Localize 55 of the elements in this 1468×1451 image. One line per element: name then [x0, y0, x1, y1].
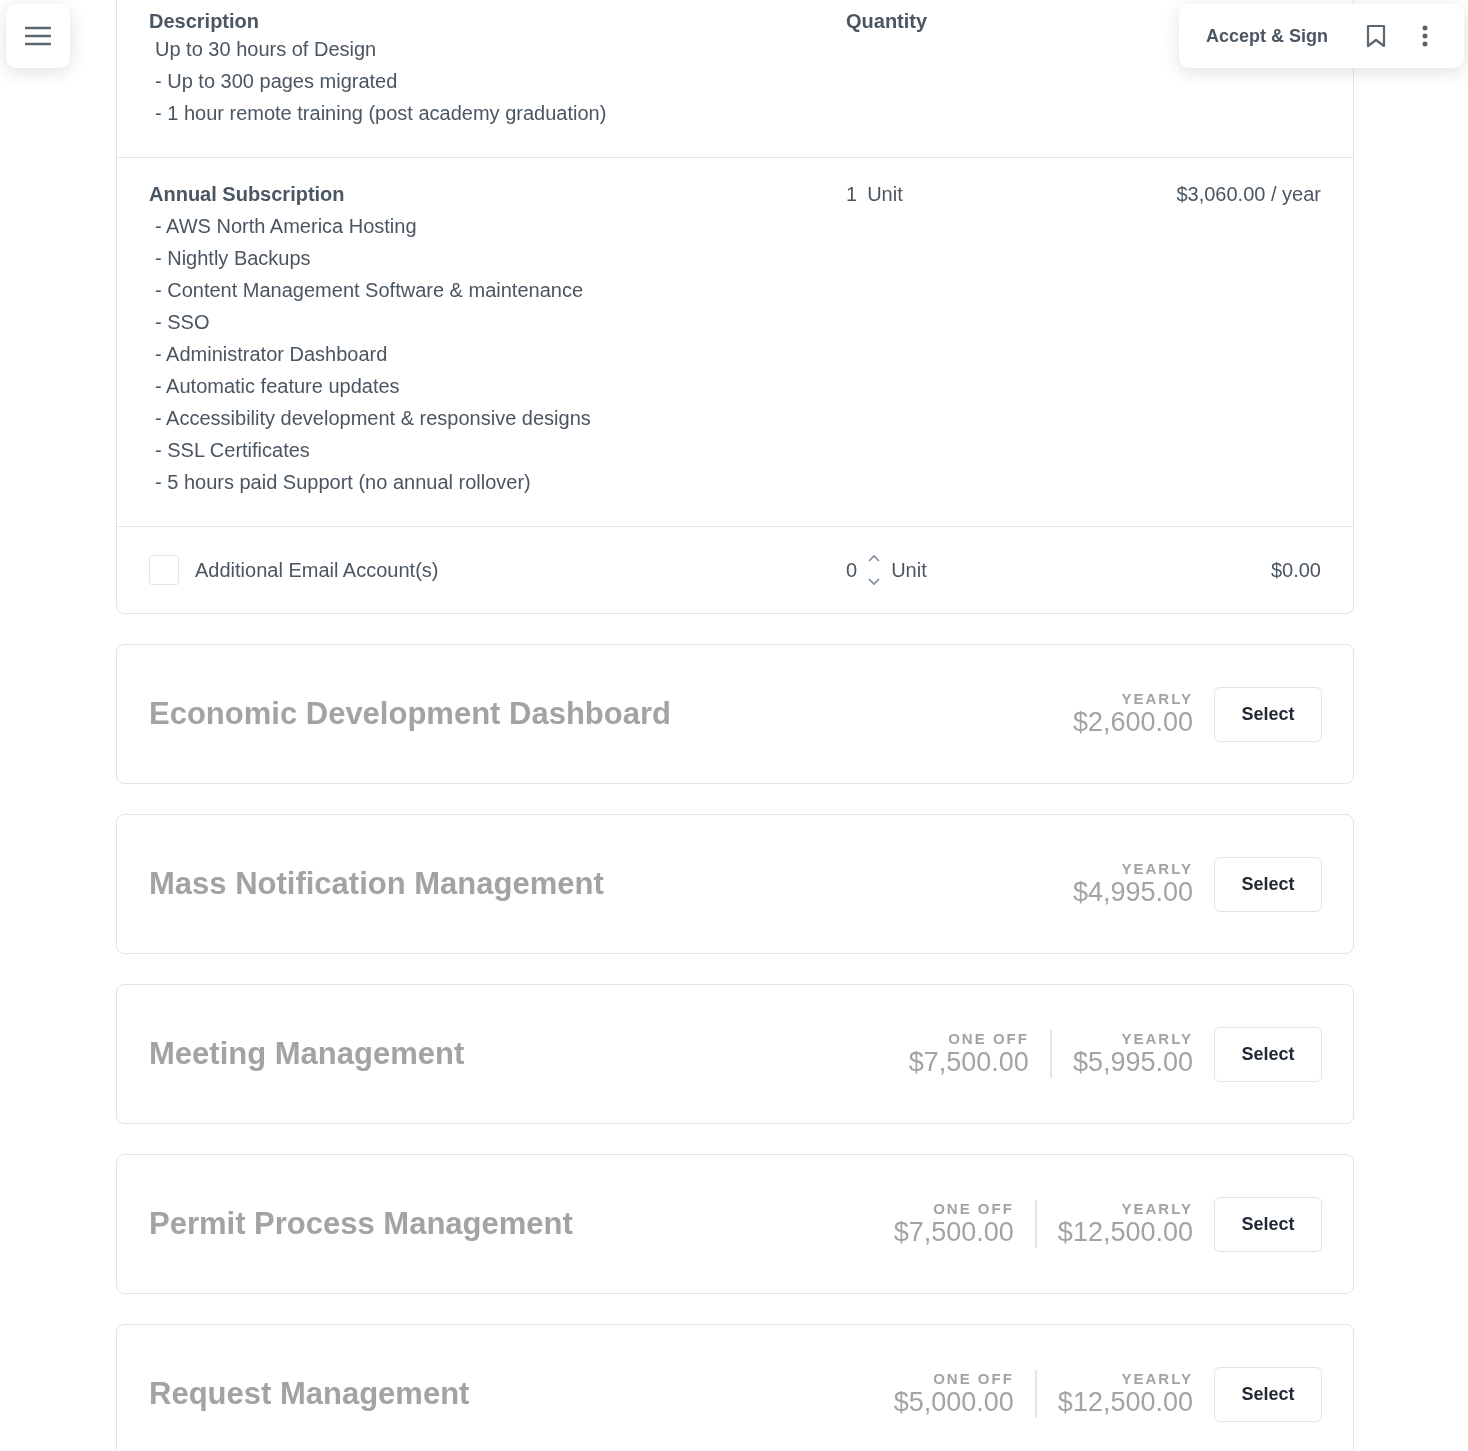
price-amount: $7,500.00 [908, 1047, 1029, 1078]
item-price: $0.00 [1270, 558, 1321, 583]
select-button[interactable]: Select [1214, 1026, 1322, 1082]
price-amount: $5,000.00 [893, 1387, 1014, 1418]
price-amount: $4,995.00 [1072, 877, 1193, 908]
select-button[interactable]: Select [1214, 686, 1322, 742]
price-amount: $12,500.00 [1057, 1387, 1193, 1418]
description-line: - Nightly Backups [154, 246, 312, 271]
description-line: - 1 hour remote training (post academy graduation) [154, 101, 608, 126]
stepper-icon[interactable] [867, 553, 882, 587]
description-line: - AWS North America Hosting [154, 214, 418, 239]
description-line: - SSL Certificates [154, 438, 311, 463]
description-line: - Content Management Software & maintenance [154, 278, 585, 303]
quantity-value: 1 [846, 182, 858, 207]
description-line: - SSO [154, 310, 211, 335]
description-line: - 5 hours paid Support (no annual rollover) [154, 470, 532, 495]
price-label: YEARLY [1121, 1030, 1193, 1047]
select-button[interactable]: Select [1214, 1366, 1322, 1422]
select-button[interactable]: Select [1214, 856, 1322, 912]
menu-icon [24, 26, 52, 46]
description-line: Up to 30 hours of Design [154, 37, 378, 62]
column-header: Quantity [846, 10, 929, 33]
price-label: YEARLY [1121, 690, 1193, 707]
price-label: YEARLY [1121, 860, 1193, 877]
price-label: YEARLY [1121, 1370, 1193, 1387]
unit-label: Unit [891, 558, 927, 583]
column-header: Description [149, 10, 261, 33]
price-amount: $2,600.00 [1072, 707, 1193, 738]
description-line: - Accessibility development & responsive designs [154, 406, 592, 431]
price-label: ONE OFF [948, 1030, 1029, 1047]
quantity-value: 0 [846, 558, 858, 583]
product-name: Economic Development Dashboard [149, 696, 672, 732]
price-amount: $12,500.00 [1057, 1217, 1193, 1248]
product-name: Permit Process Management [149, 1206, 574, 1242]
menu-button[interactable] [6, 4, 70, 68]
more-icon[interactable] [1422, 25, 1429, 47]
description-line: - Administrator Dashboard [154, 342, 389, 367]
product-name: Mass Notification Management [149, 866, 605, 902]
price-amount: $7,500.00 [893, 1217, 1014, 1248]
description-line: - Automatic feature updates [154, 374, 401, 399]
price-amount: $5,995.00 [1072, 1047, 1193, 1078]
product-name: Request Management [149, 1376, 471, 1412]
bookmark-icon[interactable] [1366, 24, 1387, 48]
product-name: Meeting Management [149, 1036, 466, 1072]
unit-label: Unit [867, 182, 903, 207]
price-label: YEARLY [1121, 1200, 1193, 1217]
price-label: ONE OFF [933, 1370, 1014, 1387]
item-price: $3,060.00 / year [1176, 182, 1321, 207]
item-label: Additional Email Account(s) [195, 558, 439, 583]
description-line: - Up to 300 pages migrated [154, 69, 399, 94]
accept-sign-button[interactable]: Accept & Sign [1206, 25, 1329, 47]
item-title: Annual Subscription [149, 182, 346, 207]
checkbox[interactable] [149, 555, 179, 585]
price-label: ONE OFF [933, 1200, 1014, 1217]
select-button[interactable]: Select [1214, 1196, 1322, 1252]
